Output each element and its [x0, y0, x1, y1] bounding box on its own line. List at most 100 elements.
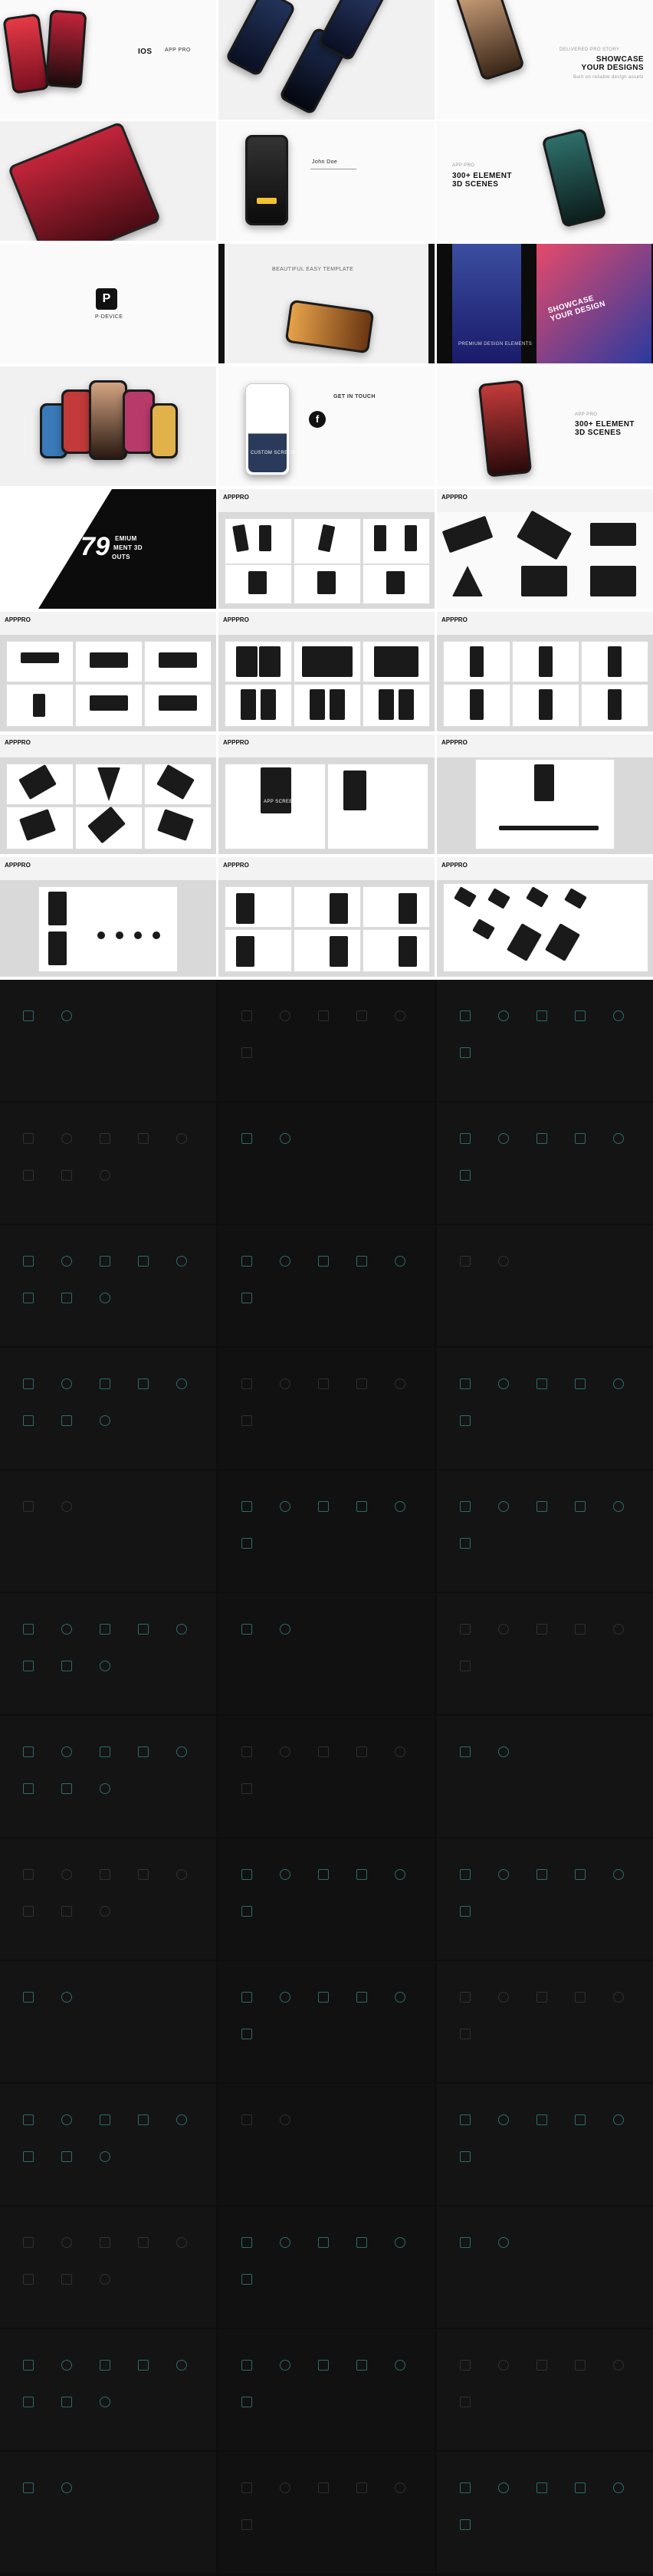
glyph-icon — [23, 1293, 34, 1303]
slide-r2-a[interactable] — [0, 121, 216, 241]
slide-r1-a[interactable]: IOS APP PRO — [0, 0, 216, 120]
icon-slide[interactable] — [0, 1961, 216, 2082]
slide-r2-b[interactable]: John Doe — [218, 121, 435, 241]
glyph-icon — [61, 1869, 72, 1880]
slide-r5-a[interactable]: 79 EMIUM MENT 3D OUTS — [0, 489, 216, 609]
icon-slide[interactable] — [437, 1348, 653, 1469]
icon-slide[interactable] — [218, 1348, 435, 1469]
slide-r8-b[interactable]: APPPRO — [218, 857, 435, 977]
icon-slide[interactable] — [218, 2206, 435, 2328]
glyph-icon — [100, 2397, 110, 2407]
slide-r7-b[interactable]: APPPRO APP SCREEN — [218, 734, 435, 854]
slide-r8-c[interactable]: APPPRO — [437, 857, 653, 977]
slide-r6-a[interactable]: APPPRO — [0, 612, 216, 731]
icon-slide[interactable] — [0, 2329, 216, 2450]
logo: APPPRO — [223, 862, 249, 869]
icon-slide[interactable] — [0, 1470, 216, 1592]
icon-slide[interactable] — [218, 2452, 435, 2573]
slide-r1-b[interactable] — [218, 0, 435, 120]
phone-mockup — [454, 0, 526, 82]
glyph-icon — [613, 1992, 624, 2003]
slide-r3-b[interactable]: BEAUTIFUL EASY TEMPLATE — [218, 244, 435, 363]
icon-slide[interactable] — [218, 1102, 435, 1224]
icon-slide[interactable] — [437, 2452, 653, 2573]
card — [363, 886, 430, 928]
slide-r1-c[interactable]: DELIVERED PRO STORY SHOWCASE YOUR DESIGN… — [437, 0, 653, 120]
icon-slide[interactable] — [218, 1716, 435, 1837]
icon-slide[interactable] — [0, 980, 216, 1101]
cta-button[interactable] — [257, 198, 277, 204]
glyph-icon — [100, 2274, 110, 2285]
slide-r4-b[interactable]: CUSTOM SCREEN GET IN TOUCH f — [218, 366, 435, 486]
icon-slide[interactable] — [0, 1225, 216, 1346]
facebook-icon[interactable]: f — [309, 411, 326, 428]
slide-r2-c[interactable]: APP PRO 300+ ELEMENT 3D SCENES — [437, 121, 653, 241]
slide-r6-b[interactable]: APPPRO — [218, 612, 435, 731]
glyph-icon — [23, 2237, 34, 2248]
glyph-icon — [61, 1256, 72, 1267]
icon-slide[interactable] — [437, 1225, 653, 1346]
icon-slide[interactable] — [437, 2084, 653, 2205]
icon-slide[interactable] — [437, 2206, 653, 2328]
icon-slide[interactable] — [0, 2206, 216, 2328]
slide-r3-c[interactable]: SHOWCASE YOUR DESIGN PREMIUM DESIGN ELEM… — [437, 244, 653, 363]
card — [6, 764, 74, 805]
title: 300+ ELEMENT 3D SCENES — [575, 420, 635, 437]
slide-r5-c[interactable]: APPPRO — [437, 489, 653, 609]
icon-slide[interactable] — [218, 1593, 435, 1714]
icon-slide[interactable] — [437, 1470, 653, 1592]
card — [443, 641, 510, 682]
glyph-icon — [460, 2114, 471, 2125]
icon-slide[interactable] — [0, 1348, 216, 1469]
glyph-icon — [241, 1501, 252, 1512]
icon-slide[interactable] — [0, 1716, 216, 1837]
icon-slide[interactable] — [437, 1102, 653, 1224]
icon-slide[interactable] — [437, 1838, 653, 1960]
icon-slide[interactable] — [0, 2084, 216, 2205]
slide-r7-c[interactable]: APPPRO — [437, 734, 653, 854]
glyph-icon — [356, 1869, 367, 1880]
slide-r4-c[interactable]: APP PRO 300+ ELEMENT 3D SCENES — [437, 366, 653, 486]
icon-slide[interactable] — [437, 1593, 653, 1714]
icon-slide[interactable] — [218, 1961, 435, 2082]
note: Built on reliable design assets — [573, 75, 644, 80]
icon-slide[interactable] — [437, 980, 653, 1101]
glyph-icon — [100, 1661, 110, 1671]
icon-slide[interactable] — [218, 1225, 435, 1346]
slide-r8-a[interactable]: APPPRO — [0, 857, 216, 977]
icon-slide[interactable] — [218, 980, 435, 1101]
icon-slide[interactable] — [0, 1102, 216, 1224]
icon-slide[interactable] — [218, 1470, 435, 1592]
glyph-icon — [61, 1170, 72, 1181]
icon-slide[interactable] — [437, 1716, 653, 1837]
glyph-icon — [537, 2482, 547, 2493]
phone-mockup — [44, 9, 87, 89]
title: SHOWCASE YOUR DESIGNS — [581, 55, 644, 72]
slide-r4-a[interactable] — [0, 366, 216, 486]
glyph-icon — [613, 2482, 624, 2493]
glyph-icon — [100, 1624, 110, 1635]
glyph-icon — [100, 1256, 110, 1267]
icon-slide[interactable] — [218, 2329, 435, 2450]
icon-slide[interactable] — [218, 2084, 435, 2205]
slide-header: APPPRO — [218, 857, 435, 880]
icon-slide[interactable] — [437, 1961, 653, 2082]
slide-r5-b[interactable]: APPPRO — [218, 489, 435, 609]
icon-slide[interactable] — [0, 1593, 216, 1714]
icon-slide[interactable] — [0, 2452, 216, 2573]
glyph-icon — [575, 2482, 586, 2493]
glyph-icon — [241, 2519, 252, 2530]
glyph-icon — [537, 1010, 547, 1021]
slide-r7-a[interactable]: APPPRO — [0, 734, 216, 854]
slide-r3-a[interactable]: P P-DEVICE — [0, 244, 216, 363]
glyph-icon — [356, 1501, 367, 1512]
icon-slide[interactable] — [218, 1838, 435, 1960]
slide-r6-c[interactable]: APPPRO — [437, 612, 653, 731]
glyph-icon — [395, 1010, 405, 1021]
glyph-icon — [23, 1869, 34, 1880]
icon-slide[interactable] — [437, 2329, 653, 2450]
glyph-icon — [241, 2029, 252, 2039]
card — [443, 684, 510, 727]
icon-slide[interactable] — [0, 1838, 216, 1960]
glyph-icon — [498, 2482, 509, 2493]
